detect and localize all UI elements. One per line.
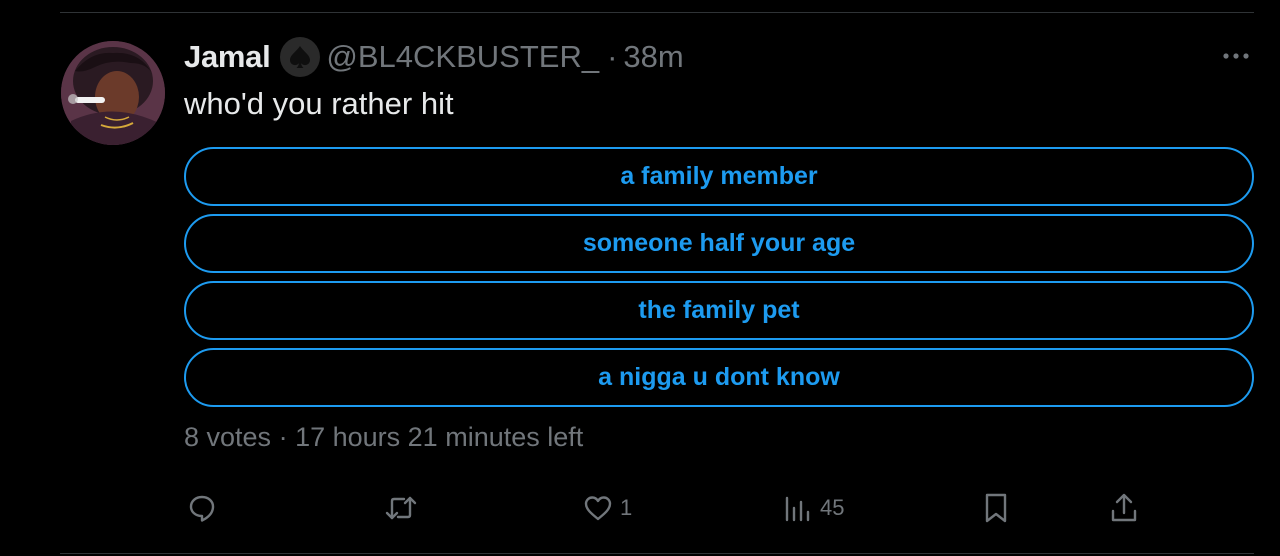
header-separator: · <box>607 39 618 74</box>
poll-time-left: 17 hours 21 minutes left <box>295 422 584 452</box>
share-button[interactable] <box>1108 488 1146 528</box>
tweet-time[interactable]: 38m <box>623 39 683 75</box>
poll-option[interactable]: the family pet <box>184 281 1254 340</box>
more-icon <box>1223 53 1249 59</box>
action-bar: 1 45 <box>0 488 1280 528</box>
share-icon <box>1111 493 1137 522</box>
like-count: 1 <box>620 495 633 520</box>
reply-button[interactable] <box>186 488 224 528</box>
retweet-button[interactable] <box>384 488 424 528</box>
heart-icon <box>584 496 612 521</box>
poll: a family member someone half your age th… <box>184 147 1254 415</box>
spade-icon <box>280 37 321 77</box>
views-button[interactable]: 45 <box>782 488 844 528</box>
tweet-text: who'd you rather hit <box>184 86 454 121</box>
views-count: 45 <box>820 495 845 520</box>
bookmark-button[interactable] <box>980 488 1018 528</box>
display-name[interactable]: Jamal <box>184 39 271 75</box>
poll-meta: 8 votes · 17 hours 21 minutes left <box>184 422 583 453</box>
retweet-icon <box>385 496 417 520</box>
avatar-image <box>61 41 165 145</box>
tweet-header: Jamal @BL4CKBUSTER_ · 38m <box>184 36 684 78</box>
top-divider <box>60 12 1254 13</box>
poll-option[interactable]: a family member <box>184 147 1254 206</box>
user-handle[interactable]: @BL4CKBUSTER_ <box>326 39 599 75</box>
poll-meta-separator: · <box>278 422 288 452</box>
like-button[interactable]: 1 <box>582 488 632 528</box>
more-options-button[interactable] <box>1220 44 1252 68</box>
views-icon <box>785 496 810 522</box>
bookmark-icon <box>985 493 1007 523</box>
bottom-divider <box>60 553 1254 554</box>
reply-icon <box>189 495 215 522</box>
poll-option[interactable]: a nigga u dont know <box>184 348 1254 407</box>
poll-votes: 8 votes <box>184 422 272 452</box>
avatar[interactable] <box>61 41 165 145</box>
poll-option[interactable]: someone half your age <box>184 214 1254 273</box>
